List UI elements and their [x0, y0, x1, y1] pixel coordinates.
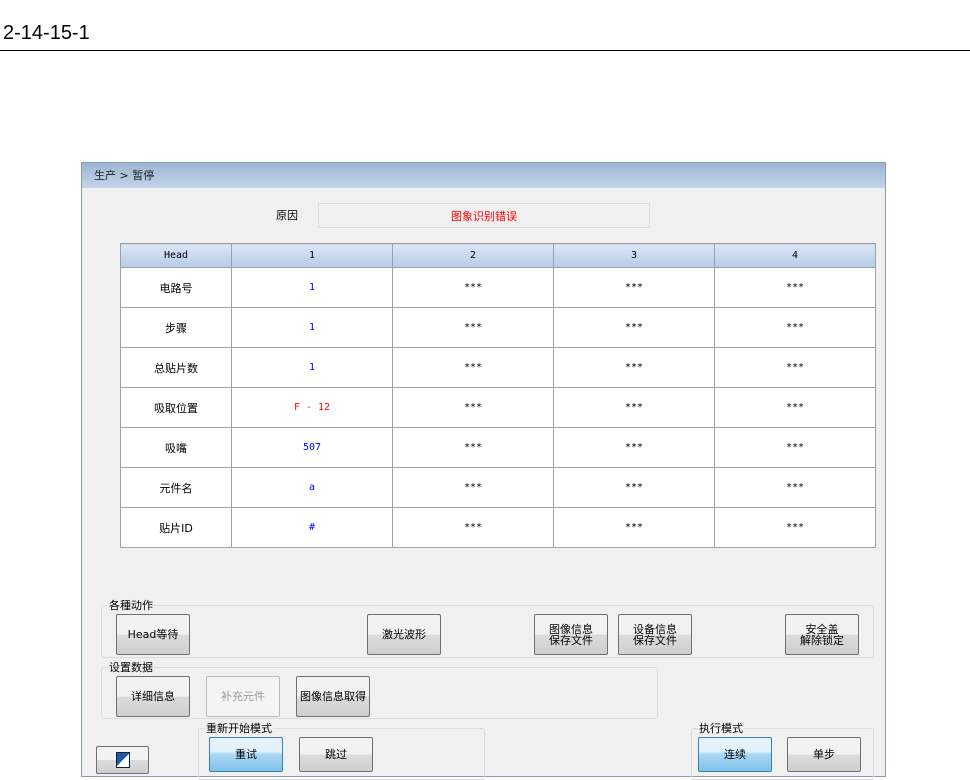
pause-panel: 生产 > 暂停 原因 图象识别错误 Head 1 2 3 4 电路号 1 *** *** ***… — [81, 162, 886, 780]
table-cell: *** — [553, 507, 715, 548]
supplement-component-button[interactable]: 补充元件 — [206, 676, 280, 717]
table-cell: *** — [392, 427, 554, 468]
column-header: 4 — [714, 243, 876, 268]
table-cell: *** — [553, 427, 715, 468]
actions-group: 各種动作 Head等待 激光波形 图像信息 保存文件 设备信息 保存文件 安全盖… — [101, 597, 874, 658]
document-id: 2-14-15-1 — [3, 22, 90, 44]
save-device-info-button[interactable]: 设备信息 保存文件 — [618, 614, 692, 655]
column-header: Head — [120, 243, 232, 268]
table-cell: 507 — [231, 427, 393, 468]
column-header: 1 — [231, 243, 393, 268]
table-cell: # — [231, 507, 393, 548]
restart-mode-group: 重新开始模式 重试 跳过 — [198, 720, 485, 780]
header-rule — [0, 50, 970, 51]
settings-group: 设置数据 详细信息 补充元件 图像信息取得 — [101, 659, 658, 719]
single-step-button[interactable]: 单步 — [787, 737, 861, 772]
table-cell: *** — [392, 347, 554, 388]
head-info-table: Head 1 2 3 4 电路号 1 *** *** *** 步骤 1 *** *** *** 总贴片数 1 *… — [120, 243, 876, 548]
table-cell: *** — [714, 387, 876, 428]
table-cell: 1 — [231, 347, 393, 388]
retry-button[interactable]: 重试 — [209, 737, 283, 772]
row-label: 贴片ID — [120, 507, 232, 548]
save-image-info-button[interactable]: 图像信息 保存文件 — [534, 614, 608, 655]
table-cell: *** — [714, 507, 876, 548]
row-label: 元件名 — [120, 467, 232, 508]
get-image-info-button[interactable]: 图像信息取得 — [296, 676, 370, 717]
table-cell: *** — [553, 307, 715, 348]
table-row: 总贴片数 1 *** *** *** — [120, 347, 876, 388]
table-cell: *** — [392, 387, 554, 428]
table-cell: *** — [553, 347, 715, 388]
table-cell: *** — [392, 507, 554, 548]
table-cell: *** — [392, 467, 554, 508]
table-cell: 1 — [231, 307, 393, 348]
reason-value: 图象识别错误 — [318, 203, 650, 228]
row-label: 吸取位置 — [120, 387, 232, 428]
safety-cover-unlock-button[interactable]: 安全盖 解除锁定 — [785, 614, 859, 655]
column-header: 3 — [553, 243, 715, 268]
window-icon — [115, 752, 130, 768]
restart-mode-label: 重新开始模式 — [205, 720, 273, 736]
table-cell: *** — [714, 307, 876, 348]
table-cell: *** — [714, 347, 876, 388]
table-row: 电路号 1 *** *** *** — [120, 267, 876, 308]
table-cell: *** — [392, 307, 554, 348]
table-row: 元件名 a *** *** *** — [120, 467, 876, 508]
table-cell: a — [231, 467, 393, 508]
row-label: 吸嘴 — [120, 427, 232, 468]
table-row: 吸取位置 F - 12 *** *** *** — [120, 387, 876, 428]
head-wait-button[interactable]: Head等待 — [116, 614, 190, 655]
table-cell: *** — [714, 427, 876, 468]
table-cell: *** — [392, 267, 554, 308]
exec-mode-label: 执行模式 — [698, 720, 744, 736]
window-toggle-button[interactable] — [96, 746, 149, 774]
table-cell: *** — [553, 387, 715, 428]
row-label: 电路号 — [120, 267, 232, 308]
continuous-button[interactable]: 连续 — [698, 737, 772, 772]
table-cell: 1 — [231, 267, 393, 308]
table-cell: *** — [553, 267, 715, 308]
detail-info-button[interactable]: 详细信息 — [116, 676, 190, 717]
row-label: 总贴片数 — [120, 347, 232, 388]
exec-mode-group: 执行模式 连续 单步 — [691, 720, 874, 780]
table-cell: *** — [714, 467, 876, 508]
breadcrumb: 生产 > 暂停 — [82, 163, 885, 188]
actions-group-label: 各種动作 — [108, 597, 154, 613]
table-row: 吸嘴 507 *** *** *** — [120, 427, 876, 468]
table-cell: *** — [553, 467, 715, 508]
table-row: 贴片ID # *** *** *** — [120, 507, 876, 548]
settings-group-label: 设置数据 — [108, 659, 154, 675]
table-cell: *** — [714, 267, 876, 308]
table-cell: F - 12 — [231, 387, 393, 428]
laser-waveform-button[interactable]: 激光波形 — [367, 614, 441, 655]
reason-label: 原因 — [276, 209, 298, 222]
table-row: 步骤 1 *** *** *** — [120, 307, 876, 348]
row-label: 步骤 — [120, 307, 232, 348]
skip-button[interactable]: 跳过 — [299, 737, 373, 772]
column-header: 2 — [392, 243, 554, 268]
